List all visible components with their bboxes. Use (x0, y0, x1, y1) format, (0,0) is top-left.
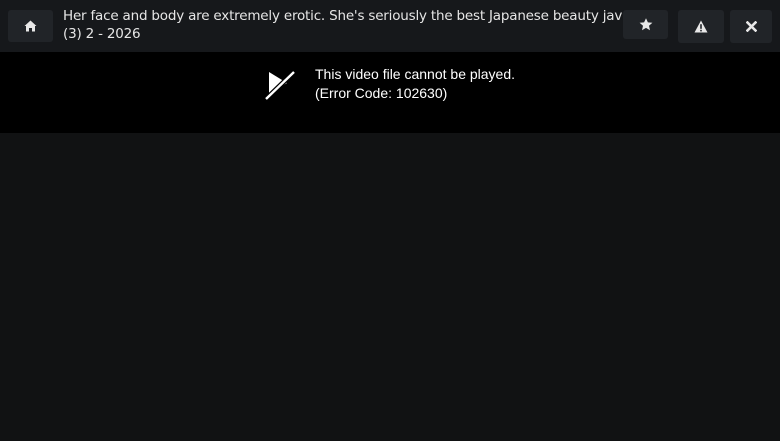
video-title: Her face and body are extremely erotic. … (63, 8, 623, 42)
video-unavailable-icon (263, 68, 297, 102)
favorite-button[interactable] (623, 10, 668, 39)
error-message-block: This video file cannot be played. (Error… (315, 65, 515, 103)
error-message: This video file cannot be played. (315, 66, 516, 82)
home-icon (24, 20, 37, 32)
star-icon (639, 18, 653, 31)
video-player[interactable]: This video file cannot be played. (Error… (0, 52, 780, 133)
close-icon (745, 21, 757, 32)
error-code: (Error Code: 102630) (315, 85, 448, 101)
warning-icon (694, 20, 708, 33)
top-bar: Her face and body are extremely erotic. … (0, 0, 780, 52)
close-button[interactable] (730, 10, 772, 43)
report-button[interactable] (678, 10, 724, 43)
page-body (0, 133, 780, 441)
home-button[interactable] (8, 10, 53, 42)
